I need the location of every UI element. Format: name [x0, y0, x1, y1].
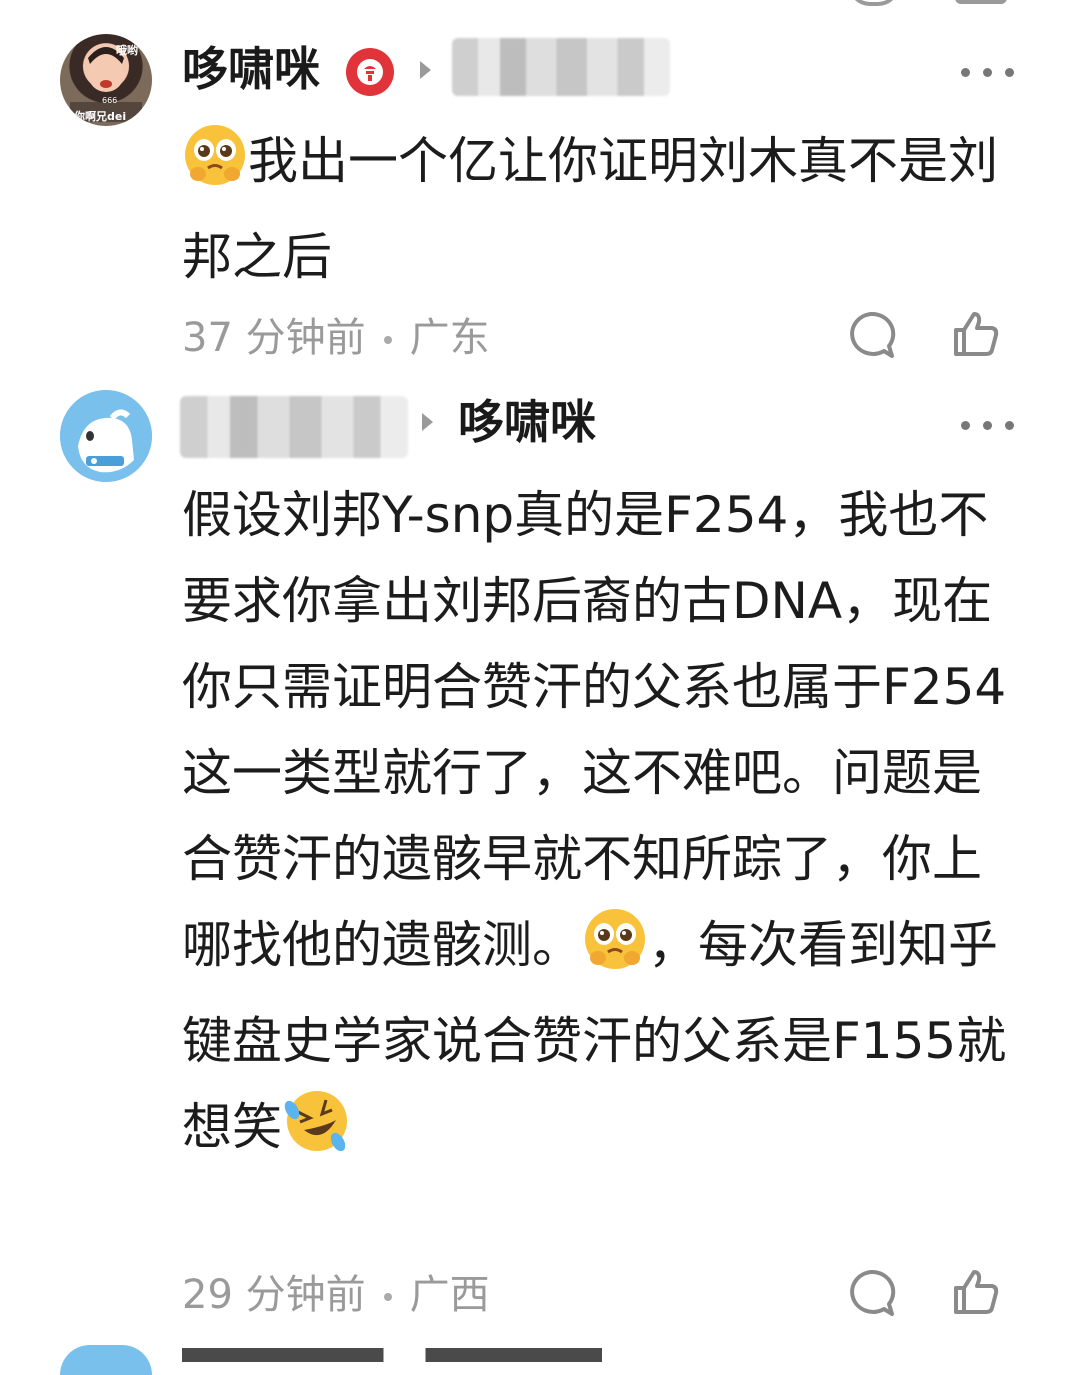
user-avatar[interactable]: 哦哟 666 你啊兄dei [60, 34, 152, 126]
comment-text: 假设刘邦Y-snp真的是F254，我也不要求你拿出刘邦后裔的古DNA，现在你只需… [182, 472, 1012, 1180]
blurred-username [180, 396, 408, 458]
pleading-emoji-icon [582, 906, 648, 998]
comment-meta: 37 分钟前 广东 [182, 318, 490, 358]
comment-item: 哦哟 666 你啊兄dei 哆啸咪 我出一个亿让你证明刘木真不是刘邦之后 37 … [0, 0, 1080, 380]
comment-time: 29 分钟前 [182, 1272, 366, 1318]
comment-time: 37 分钟前 [182, 315, 366, 361]
rolling-laughing-emoji-icon [282, 1088, 352, 1180]
reply-to-username[interactable]: 哆啸咪 [458, 399, 596, 445]
comment-meta: 29 分钟前 广西 [182, 1275, 490, 1315]
reply-icon[interactable] [846, 1268, 896, 1322]
like-icon[interactable] [950, 1266, 1002, 1322]
music-badge-icon [346, 48, 394, 96]
comment-location: 广东 [409, 315, 490, 361]
blurred-username [452, 38, 670, 96]
more-options-icon[interactable] [948, 62, 1014, 81]
comment-item: 哆啸咪 假设刘邦Y-snp真的是F254，我也不要求你拿出刘邦后裔的古DNA，现… [0, 380, 1080, 1340]
avatar-caption-3: 你啊兄dei [74, 110, 127, 123]
reply-arrow-icon [422, 413, 433, 431]
reply-arrow-icon [420, 61, 431, 79]
comment-text-main: 我出一个亿让你证明刘木真不是刘邦之后 [182, 132, 998, 286]
reply-icon[interactable] [846, 310, 896, 364]
avatar-caption-2: 666 [102, 96, 118, 105]
avatar-caption-1: 哦哟 [116, 44, 138, 57]
user-avatar[interactable] [60, 390, 152, 482]
pleading-emoji-icon [182, 122, 248, 214]
comment-text-part1: 假设刘邦Y-snp真的是F254，我也不要求你拿出刘邦后裔的古DNA，现在你只需… [182, 486, 1007, 974]
comment-username[interactable]: 哆啸咪 [182, 46, 320, 92]
like-icon[interactable] [950, 308, 1002, 364]
comment-text: 我出一个亿让你证明刘木真不是刘邦之后 [182, 118, 1022, 300]
more-options-icon[interactable] [948, 415, 1014, 434]
next-comment-avatar-partial[interactable] [60, 1345, 152, 1375]
comment-location: 广西 [409, 1272, 490, 1318]
